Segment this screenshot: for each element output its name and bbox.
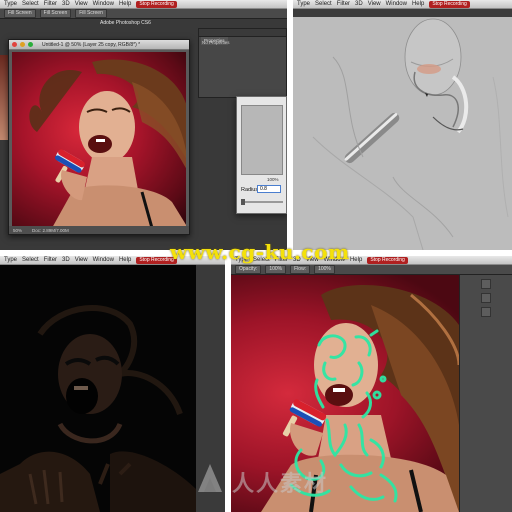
menu-filter[interactable]: Filter (44, 256, 57, 265)
zoom-level[interactable]: 50% (13, 228, 22, 233)
menu-3d[interactable]: 3D (62, 0, 70, 9)
zoom-icon[interactable] (28, 42, 33, 47)
menu-filter[interactable]: Filter (44, 0, 57, 9)
menu-3d[interactable]: 3D (355, 0, 363, 9)
menu-help[interactable]: Help (412, 0, 424, 9)
document-window[interactable]: Untitled-1 @ 50% (Layer 25 copy, RGB/8*)… (8, 39, 190, 235)
properties-panel: Properties No Properties (198, 28, 287, 98)
high-pass-image (293, 17, 512, 250)
menu-select[interactable]: Select (22, 256, 39, 265)
document-tab-strip: Layer 25 copy, RGB/8* (293, 9, 512, 23)
history-icon[interactable] (481, 293, 491, 303)
menu-type[interactable]: Type (4, 0, 17, 9)
background-document-thumbnail (0, 55, 8, 140)
menu-view[interactable]: View (75, 0, 88, 9)
preview-zoom: 100% (267, 177, 279, 182)
menu-select[interactable]: Select (22, 0, 39, 9)
menu-type[interactable]: Type (297, 0, 310, 9)
high-pass-canvas[interactable] (293, 17, 512, 250)
app-title: Adobe Photoshop CS6 (100, 20, 151, 26)
menu-bar: Type Select Filter 3D View Window Help S… (293, 0, 512, 9)
menu-type[interactable]: Type (4, 256, 17, 265)
document-size: Doc: 2.89M/7.00M (32, 227, 69, 233)
menu-help[interactable]: Help (350, 256, 362, 265)
fill-screen-button[interactable]: Fill Screen (39, 9, 72, 18)
portrait-image (29, 59, 186, 226)
opacity-value[interactable]: 100% (265, 265, 287, 274)
radius-slider-handle[interactable] (241, 199, 245, 205)
radius-input[interactable]: 0.8 (257, 185, 281, 193)
fill-screen-button[interactable]: Fill Screen (75, 9, 107, 18)
dark-mask-image (0, 274, 196, 512)
menu-select[interactable]: Select (315, 0, 332, 9)
stop-recording-button[interactable]: Stop Recording (136, 0, 177, 8)
menu-help[interactable]: Help (119, 0, 131, 9)
document-canvas[interactable] (12, 52, 186, 226)
menu-filter[interactable]: Filter (337, 0, 350, 9)
menu-window[interactable]: Window (93, 256, 114, 265)
menu-window[interactable]: Window (93, 0, 114, 9)
flow-value[interactable]: 100% (314, 265, 335, 274)
brush-options-bar: Opacity: 100% Flow: 100% (231, 265, 512, 281)
filter-preview[interactable] (241, 105, 283, 175)
menu-help[interactable]: Help (119, 256, 131, 265)
close-icon[interactable] (12, 42, 17, 47)
logo-watermark-text: 人人素材 (232, 472, 329, 497)
properties-tab-strip: Properties (199, 29, 286, 45)
options-bar: Fill Screen Fill Screen Fill Screen (0, 9, 287, 19)
panel-toggle-icon[interactable] (481, 279, 491, 289)
site-watermark: www.cg-ku.com (170, 240, 350, 264)
panel-top-left: Type Select Filter 3D View Window Help S… (0, 0, 287, 250)
stop-recording-button[interactable]: Stop Recording (429, 0, 470, 8)
mask-canvas[interactable] (0, 274, 196, 512)
opacity-label: Opacity: (235, 265, 262, 274)
logo-mark-icon (198, 464, 222, 492)
screenshot-collage: Type Select Filter 3D View Window Help S… (0, 0, 512, 512)
document-titlebar[interactable]: Untitled-1 @ 50% (Layer 25 copy, RGB/8*)… (9, 40, 189, 50)
fill-screen-button[interactable]: Fill Screen (4, 9, 36, 18)
panel-top-right: Type Select Filter 3D View Window Help S… (293, 0, 512, 250)
flow-label: Flow: (290, 265, 311, 274)
minimize-icon[interactable] (20, 42, 25, 47)
menu-view[interactable]: View (75, 256, 88, 265)
menu-view[interactable]: View (368, 0, 381, 9)
filter-dialog: 100% Radius: 0.8 (236, 96, 287, 214)
menu-window[interactable]: Window (386, 0, 407, 9)
side-dock (459, 275, 512, 512)
radius-slider-track[interactable] (241, 201, 283, 203)
layers-icon[interactable] (481, 307, 491, 317)
stop-recording-button[interactable]: Stop Recording (367, 256, 408, 264)
document-title: Untitled-1 @ 50% (Layer 25 copy, RGB/8*)… (42, 41, 141, 48)
menu-3d[interactable]: 3D (62, 256, 70, 265)
menu-bar: Type Select Filter 3D View Window Help S… (0, 0, 287, 9)
document-status-bar: 50% Doc: 2.89M/7.00M (9, 226, 189, 234)
